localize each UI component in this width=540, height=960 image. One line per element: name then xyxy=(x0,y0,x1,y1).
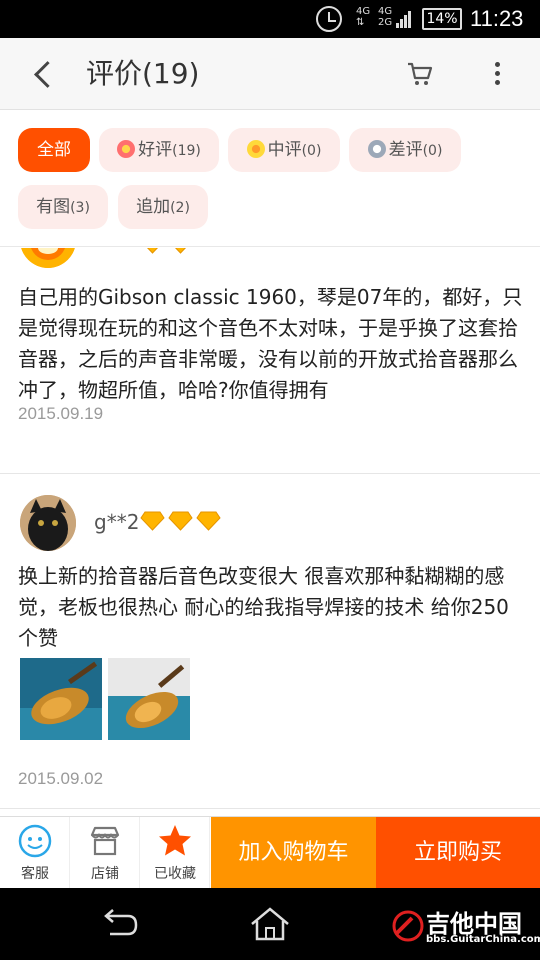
review-item: g**2 换上新的拾音器后音色改变很大 很喜欢那种黏糊糊的感觉，老板也很热心 耐… xyxy=(0,475,540,809)
chip-label: 中评 xyxy=(267,140,302,160)
page-title: 评价(19) xyxy=(86,57,200,90)
cart-icon[interactable] xyxy=(404,58,436,90)
battery-icon: 14% xyxy=(422,8,462,30)
action-label: 已收藏 xyxy=(154,866,196,882)
avatar[interactable] xyxy=(20,495,76,551)
watermark: 吉他中国 bbs.GuitarChina.com xyxy=(390,898,540,954)
favorite-button[interactable]: 已收藏 xyxy=(140,817,210,889)
back-arrow-icon[interactable] xyxy=(98,906,142,942)
chip-label: 全部 xyxy=(37,140,71,160)
diamond-icon xyxy=(168,511,193,531)
chip-label: 差评 xyxy=(388,140,423,160)
chip-count: (2) xyxy=(170,200,190,216)
action-label: 店铺 xyxy=(91,866,119,882)
review-photo[interactable] xyxy=(20,658,102,740)
filter-appended-chip[interactable]: 追加(2) xyxy=(118,185,208,229)
chip-count: (0) xyxy=(301,143,322,159)
diamond-icon xyxy=(147,248,158,254)
review-filters: 全部 好评(19) 中评(0) 差评(0) 有图(3) 追加(2) xyxy=(0,111,540,247)
user-level xyxy=(140,511,224,535)
diamond-icon xyxy=(196,511,221,531)
network-indicator: 4G ⇅ xyxy=(356,6,371,28)
add-to-cart-button[interactable]: 加入购物车 xyxy=(211,817,376,889)
review-date: 2015.09.19 xyxy=(18,404,104,423)
chip-count: (19) xyxy=(172,143,201,159)
network-type-label: 4G xyxy=(356,6,371,17)
diamond-icon xyxy=(140,511,165,531)
chip-label: 追加 xyxy=(136,197,171,217)
review-username: g**2 xyxy=(94,510,140,534)
action-label: 客服 xyxy=(21,866,49,882)
filter-bad-chip[interactable]: 差评(0) xyxy=(349,128,461,172)
bottom-action-bar: 客服 店铺 已收藏 加入购物车 立即购买 xyxy=(0,816,540,889)
clock: 11:23 xyxy=(470,6,524,31)
alarm-icon xyxy=(316,6,342,32)
chevron-left-icon[interactable] xyxy=(28,56,58,92)
guitar-logo-icon xyxy=(392,910,424,942)
chip-count: (3) xyxy=(70,200,90,216)
review-text: 自己用的Gibson classic 1960，琴是07年的，都好，只是觉得现在… xyxy=(18,285,523,402)
customer-service-button[interactable]: 客服 xyxy=(0,817,70,889)
title-bar: 评价(19) xyxy=(0,38,540,110)
flower-icon xyxy=(246,140,265,158)
watermark-url: bbs.GuitarChina.com xyxy=(426,934,540,945)
filter-all-chip[interactable]: 全部 xyxy=(18,128,90,172)
star-icon xyxy=(159,825,191,856)
flower-icon xyxy=(117,140,136,158)
network-indicator-secondary: 4G 2G xyxy=(378,6,398,28)
review-date: 2015.09.02 xyxy=(18,769,104,788)
home-icon[interactable] xyxy=(248,906,292,942)
chat-icon xyxy=(18,824,52,858)
shop-button[interactable]: 店铺 xyxy=(70,817,140,889)
filter-with-pic-chip[interactable]: 有图(3) xyxy=(18,185,108,229)
buy-now-button[interactable]: 立即购买 xyxy=(376,817,540,889)
flower-icon xyxy=(367,140,386,158)
chip-label: 有图 xyxy=(36,197,71,217)
more-vertical-icon[interactable] xyxy=(486,58,510,90)
review-item: 自己用的Gibson classic 1960，琴是07年的，都好，只是觉得现在… xyxy=(0,248,540,474)
status-bar: 4G ⇅ 4G 2G 14% 11:23 xyxy=(0,0,540,38)
shop-icon xyxy=(90,826,120,856)
chip-label: 好评 xyxy=(138,140,173,160)
network-type-label: 4G xyxy=(378,6,393,17)
review-list[interactable]: 自己用的Gibson classic 1960，琴是07年的，都好，只是觉得现在… xyxy=(0,248,540,816)
diamond-icon xyxy=(175,248,186,254)
filter-good-chip[interactable]: 好评(19) xyxy=(99,128,219,172)
avatar[interactable] xyxy=(20,248,76,268)
review-text: 换上新的拾音器后音色改变很大 很喜欢那种黏糊糊的感觉，老板也很热心 耐心的给我指… xyxy=(18,564,509,650)
filter-mid-chip[interactable]: 中评(0) xyxy=(228,128,340,172)
user-level xyxy=(140,248,196,258)
signal-icon xyxy=(396,10,414,28)
review-photo[interactable] xyxy=(108,658,190,740)
chip-count: (0) xyxy=(422,143,443,159)
network-type-label: 2G xyxy=(378,17,393,28)
